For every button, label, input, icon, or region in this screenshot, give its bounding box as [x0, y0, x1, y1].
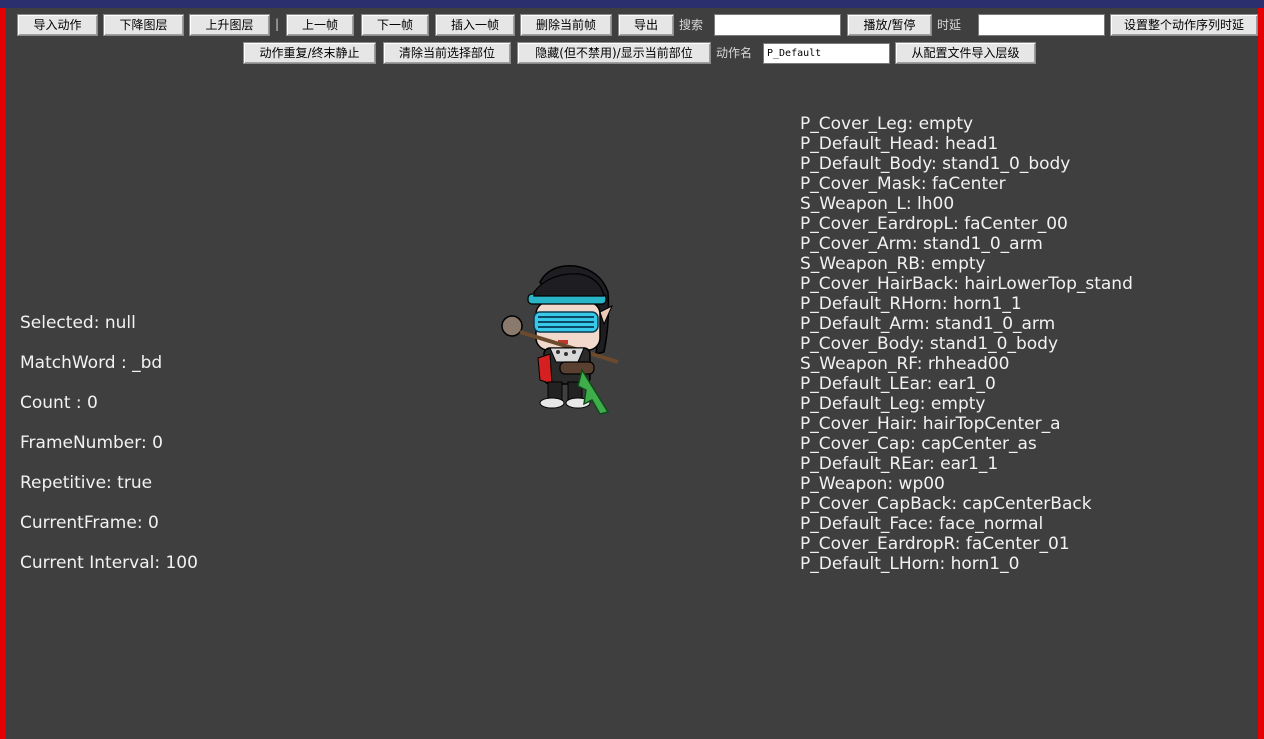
parts-list: P_Cover_Leg: empty P_Default_Head: head1…	[800, 114, 1133, 574]
list-item: P_Default_Body: stand1_0_body	[800, 154, 1071, 174]
current-interval-status: Current Interval: 100	[20, 553, 198, 573]
repetitive-status: Repetitive: true	[20, 473, 153, 493]
list-item: S_Weapon_RF: rhhead00	[800, 354, 1010, 374]
list-item: P_Cover_Hair: hairTopCenter_a	[800, 414, 1061, 434]
right-border	[1258, 8, 1264, 739]
list-item: P_Cover_Body: stand1_0_body	[800, 334, 1059, 354]
list-item: P_Default_RHorn: horn1_1	[800, 294, 1022, 314]
match-word-status: MatchWord : _bd	[20, 353, 163, 373]
frame-number-status: FrameNumber: 0	[20, 433, 163, 453]
import-action-button[interactable]: 导入动作	[17, 14, 98, 36]
list-item: P_Cover_Leg: empty	[800, 114, 974, 134]
layer-up-button[interactable]: 上升图层	[189, 14, 270, 36]
count-status: Count : 0	[20, 393, 98, 413]
layer-down-button[interactable]: 下降图层	[103, 14, 184, 36]
insert-frame-button[interactable]: 插入一帧	[435, 14, 515, 36]
repeat-toggle-button[interactable]: 动作重复/终末静止	[243, 42, 376, 64]
action-name-input[interactable]	[763, 43, 890, 64]
list-item: S_Weapon_RB: empty	[800, 254, 986, 274]
search-label: 搜索	[679, 18, 704, 32]
clear-selection-button[interactable]: 清除当前选择部位	[383, 42, 511, 64]
window-title-bar	[0, 0, 1264, 8]
current-frame-status: CurrentFrame: 0	[20, 513, 159, 533]
delay-label: 时延	[937, 18, 962, 32]
play-pause-button[interactable]: 播放/暂停	[847, 14, 932, 36]
list-item: P_Cover_CapBack: capCenterBack	[800, 494, 1092, 514]
set-all-delay-button[interactable]: 设置整个动作序列时延	[1110, 14, 1258, 36]
list-item: P_Cover_EardropL: faCenter_00	[800, 214, 1068, 234]
list-item: P_Default_REar: ear1_1	[800, 454, 999, 474]
list-item: P_Default_Arm: stand1_0_arm	[800, 314, 1056, 334]
delete-frame-button[interactable]: 删除当前帧	[520, 14, 612, 36]
list-item: P_Cover_EardropR: faCenter_01	[800, 534, 1070, 554]
action-name-label: 动作名	[716, 46, 753, 60]
list-item: P_Cover_Mask: faCenter	[800, 174, 1006, 194]
next-frame-button[interactable]: 下一帧	[361, 14, 429, 36]
list-item: P_Default_Face: face_normal	[800, 514, 1044, 534]
list-item: P_Default_LEar: ear1_0	[800, 374, 996, 394]
list-item: P_Default_LHorn: horn1_0	[800, 554, 1020, 574]
delay-input[interactable]	[978, 14, 1105, 36]
list-item: P_Cover_HairBack: hairLowerTop_stand	[800, 274, 1133, 294]
list-item: P_Weapon: wp00	[800, 474, 945, 494]
status-info-panel: Selected: null MatchWord : _bd Count : 0…	[20, 313, 198, 593]
hide-show-part-button[interactable]: 隐藏(但不禁用)/显示当前部位	[517, 42, 711, 64]
prev-frame-button[interactable]: 上一帧	[286, 14, 354, 36]
export-button[interactable]: 导出	[618, 14, 674, 36]
import-layers-button[interactable]: 从配置文件导入层级	[895, 42, 1036, 64]
list-item: P_Default_Leg: empty	[800, 394, 986, 414]
list-item: S_Weapon_L: lh00	[800, 194, 955, 214]
character-sprite[interactable]	[500, 262, 630, 418]
search-input[interactable]	[714, 14, 841, 36]
selected-status: Selected: null	[20, 313, 136, 333]
list-item: P_Cover_Arm: stand1_0_arm	[800, 234, 1043, 254]
left-border	[0, 8, 6, 739]
list-item: P_Cover_Cap: capCenter_as	[800, 434, 1037, 454]
separator-bar: |	[275, 17, 280, 31]
list-item: P_Default_Head: head1	[800, 134, 999, 154]
